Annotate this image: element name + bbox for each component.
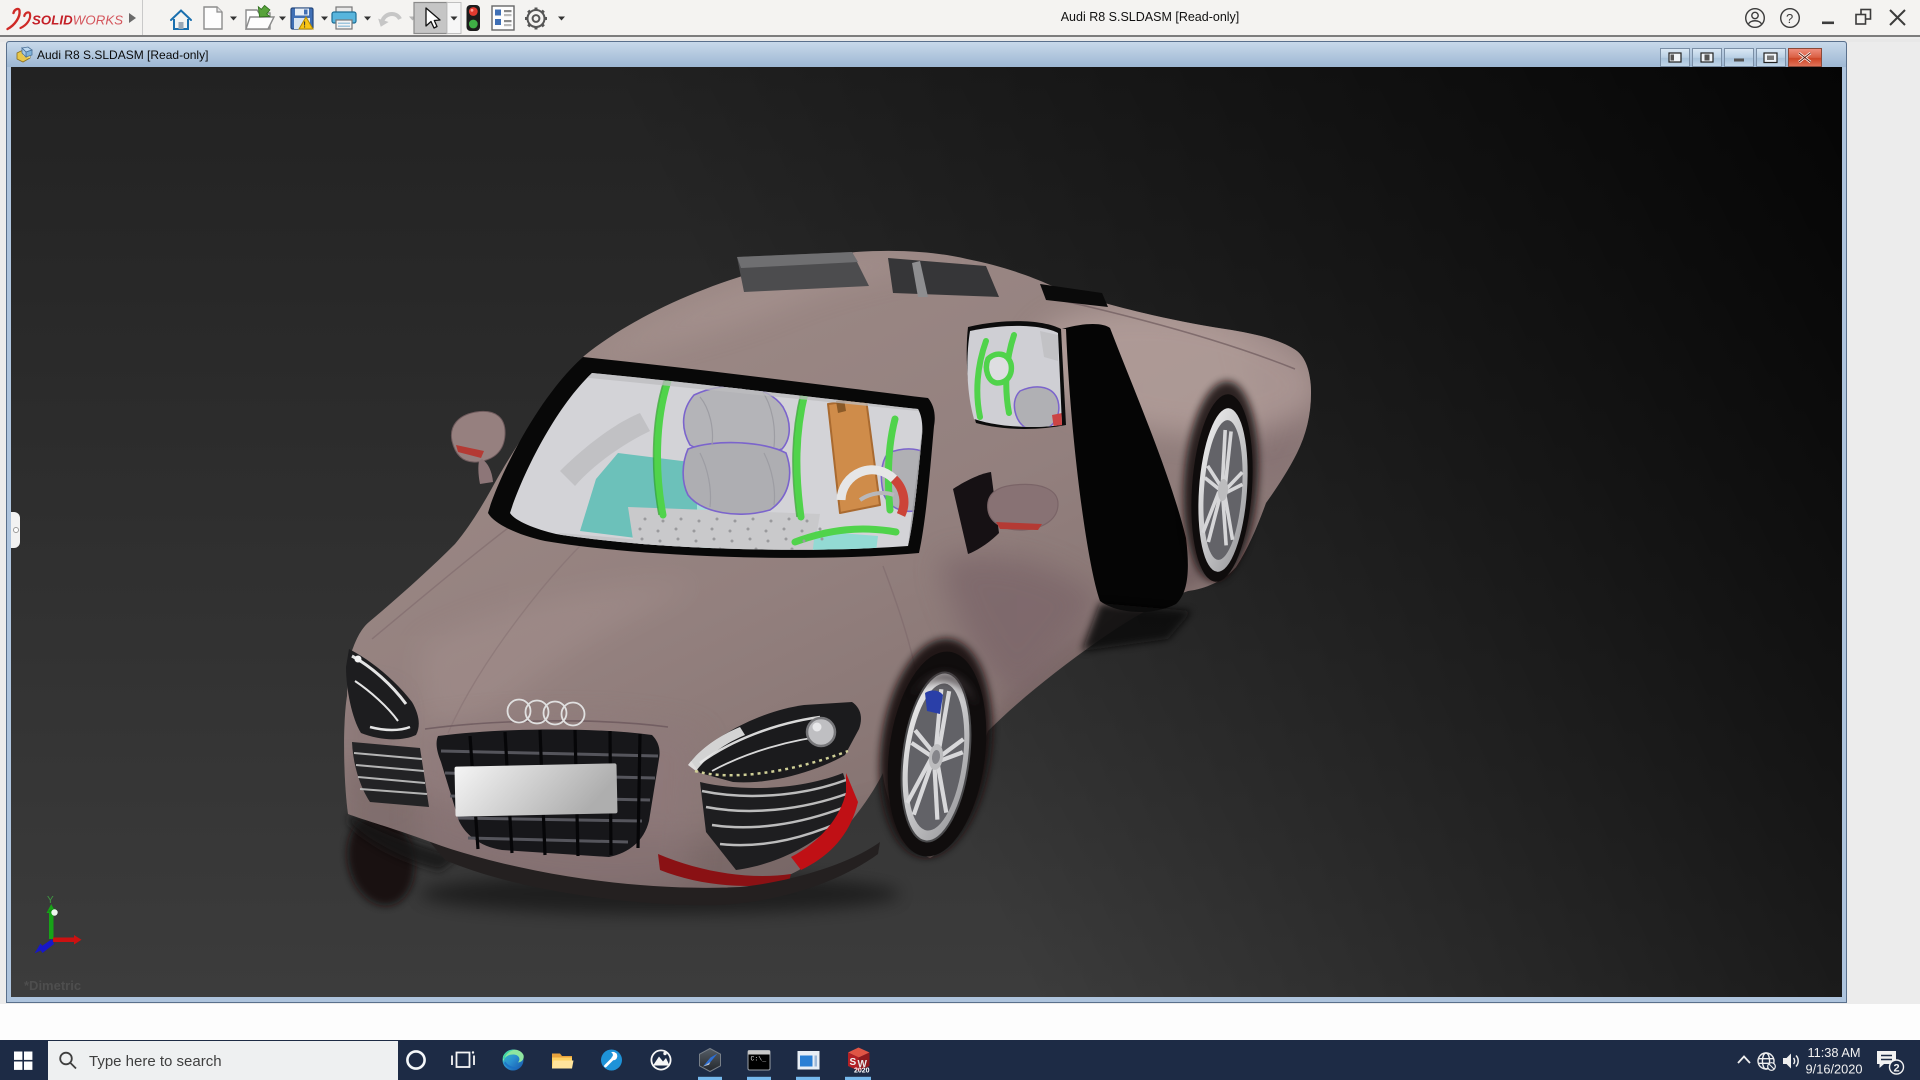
svg-text:Type here to search: Type here to search [89, 1053, 222, 1070]
svg-text:!: ! [303, 21, 306, 30]
svg-text:9/16/2020: 9/16/2020 [1806, 1062, 1863, 1077]
svg-text:S: S [850, 1057, 857, 1068]
svg-text:C:\_: C:\_ [751, 1056, 767, 1063]
svg-text:11:38 AM: 11:38 AM [1807, 1045, 1860, 1060]
svg-text:Y: Y [47, 895, 54, 906]
svg-text:2020: 2020 [854, 1068, 870, 1075]
svg-text:SOLIDWORKS: SOLIDWORKS [32, 13, 123, 28]
svg-text:?: ? [1786, 11, 1793, 26]
svg-text:2: 2 [1893, 1063, 1899, 1075]
